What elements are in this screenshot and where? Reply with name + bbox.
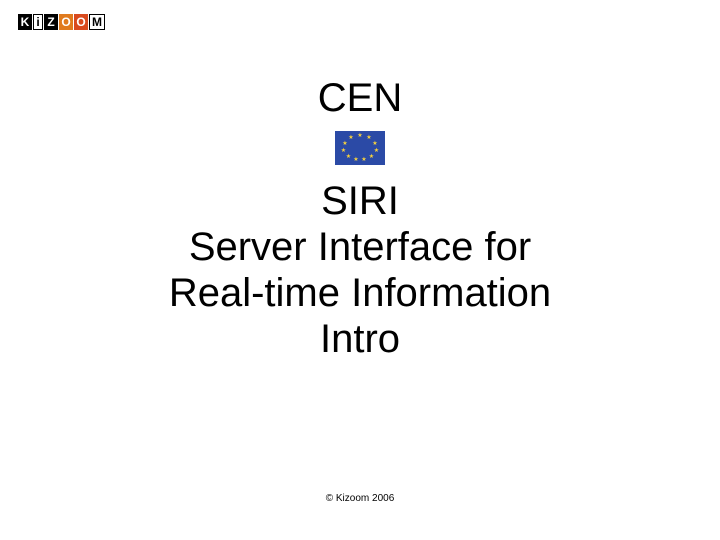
logo-letter-k: K	[18, 14, 32, 30]
logo-letter-m: M	[89, 14, 105, 30]
slide-content: CEN ★ ★ ★ ★ ★ ★ ★ ★ ★ ★ ★ ★ SIRI Server …	[0, 75, 720, 362]
kizoom-logo: K i Z O O M	[18, 14, 105, 30]
eu-flag-icon: ★ ★ ★ ★ ★ ★ ★ ★ ★ ★ ★ ★	[335, 131, 385, 165]
title-line-1: Server Interface for	[0, 224, 720, 270]
title-line-2: Real-time Information	[0, 270, 720, 316]
org-heading: CEN	[0, 75, 720, 121]
acronym-heading: SIRI	[0, 178, 720, 224]
logo-letter-o1: O	[59, 14, 73, 30]
logo-letter-o2: O	[74, 14, 88, 30]
logo-letter-z: Z	[44, 14, 58, 30]
copyright-footer: © Kizoom 2006	[0, 493, 720, 504]
logo-letter-i: i	[33, 14, 43, 30]
flag-container: ★ ★ ★ ★ ★ ★ ★ ★ ★ ★ ★ ★	[0, 131, 720, 170]
subtitle-heading: Intro	[0, 316, 720, 362]
